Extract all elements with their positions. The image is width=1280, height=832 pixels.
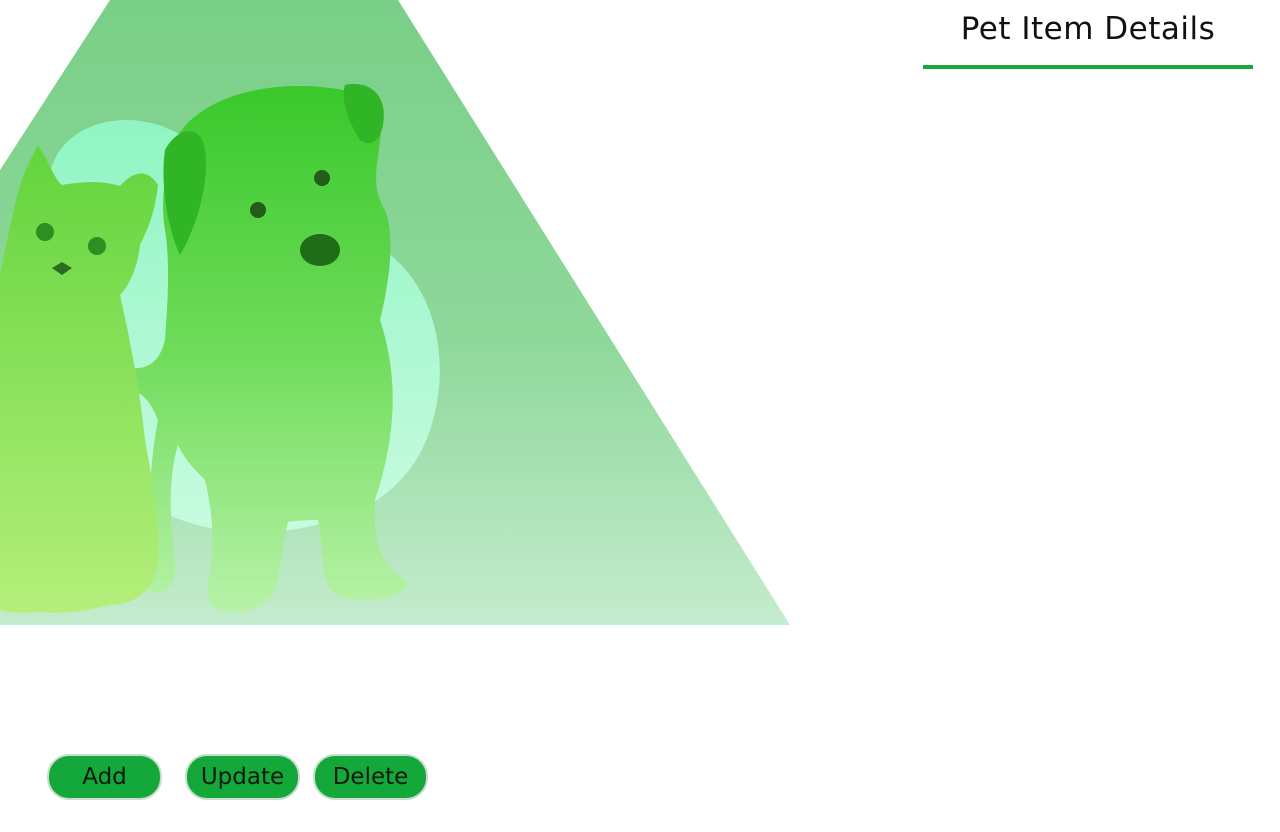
- pets-illustration: [0, 0, 790, 625]
- delete-button[interactable]: Delete: [313, 754, 428, 800]
- update-button[interactable]: Update: [185, 754, 300, 800]
- cat-illustration: [0, 145, 159, 613]
- add-button[interactable]: Add: [47, 754, 162, 800]
- dog-illustration: [130, 84, 407, 612]
- title-underline: [923, 65, 1253, 69]
- page-title-block: Pet Item Details: [923, 8, 1253, 69]
- page-title: Pet Item Details: [960, 11, 1216, 47]
- hero-image: [0, 0, 790, 625]
